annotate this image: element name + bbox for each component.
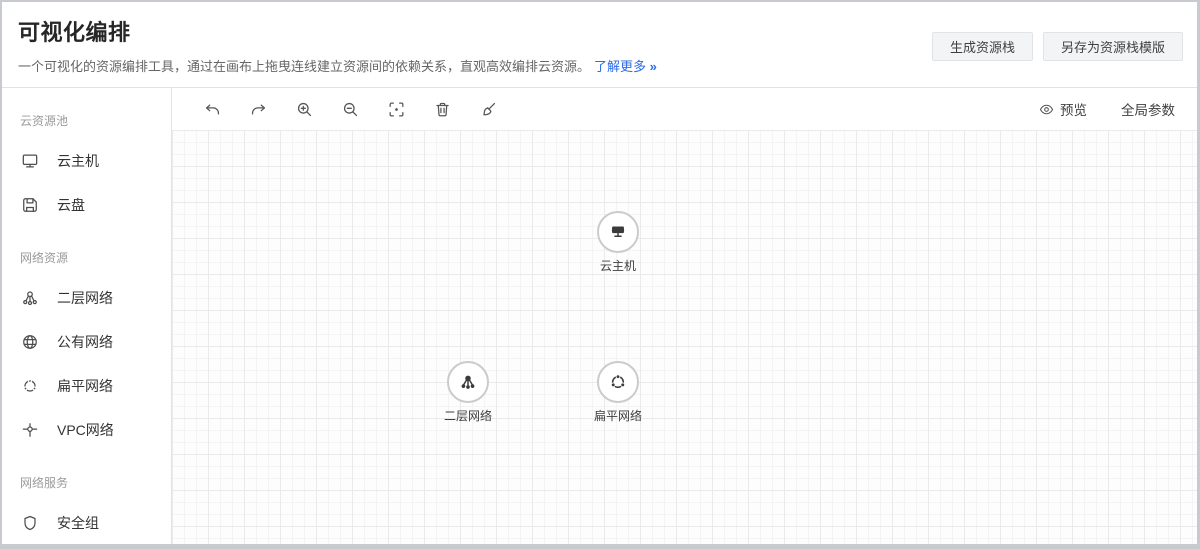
sidebar-section-network-services: 网络服务 安全组	[2, 460, 171, 544]
sidebar-item-vpc-network[interactable]: VPC网络	[2, 408, 171, 452]
cloud-disk-icon	[20, 195, 40, 215]
global-params-button[interactable]: 全局参数	[1121, 99, 1175, 119]
node-label: 云主机	[600, 257, 636, 274]
fit-view-icon	[387, 100, 406, 119]
zoom-in-button[interactable]	[288, 93, 320, 125]
redo-icon	[249, 100, 268, 119]
sidebar-item-label: 公有网络	[57, 332, 113, 352]
node-label: 扁平网络	[594, 407, 642, 424]
sidebar-section-title: 网络服务	[2, 460, 171, 501]
sidebar-item-label: 安全组	[57, 513, 99, 533]
zoom-out-icon	[341, 100, 360, 119]
learn-more-link[interactable]: 了解更多 »	[594, 59, 656, 74]
sidebar-section-title: 网络资源	[2, 235, 171, 276]
canvas-toolbar: 预览 全局参数	[172, 88, 1197, 130]
page-title: 可视化编排	[18, 15, 656, 47]
delete-button[interactable]	[426, 93, 458, 125]
resource-sidebar: 云资源池 云主机 云盘 网络资源 二层网络 公有网络	[2, 88, 172, 544]
public-network-icon	[20, 332, 40, 352]
header-actions: 生成资源栈 另存为资源栈模版	[932, 32, 1183, 61]
undo-icon	[203, 100, 222, 119]
sidebar-item-cloud-disk[interactable]: 云盘	[2, 183, 171, 227]
subtitle-text: 一个可视化的资源编排工具，通过在画布上拖曳连线建立资源间的依赖关系，直观高效编排…	[18, 59, 590, 74]
sidebar-item-l2-network[interactable]: 二层网络	[2, 276, 171, 320]
node-circle[interactable]	[597, 361, 639, 403]
save-as-template-button[interactable]: 另存为资源栈模版	[1043, 32, 1183, 61]
node-inner: 云主机	[597, 211, 639, 274]
toolbar-right: 预览 全局参数	[1038, 99, 1175, 119]
l2-network-node-icon	[457, 371, 479, 393]
flat-network-icon	[20, 376, 40, 396]
sidebar-item-cloud-host[interactable]: 云主机	[2, 139, 171, 183]
zoom-in-icon	[295, 100, 314, 119]
sidebar-item-label: 云主机	[57, 151, 99, 171]
cloud-host-node-icon	[607, 221, 629, 243]
node-circle[interactable]	[447, 361, 489, 403]
generate-stack-button[interactable]: 生成资源栈	[932, 32, 1033, 61]
l2-network-icon	[20, 288, 40, 308]
delete-icon	[433, 100, 452, 119]
sidebar-section-title: 云资源池	[2, 98, 171, 139]
node-label: 二层网络	[444, 407, 492, 424]
node-circle[interactable]	[597, 211, 639, 253]
toolbar-tools	[196, 93, 504, 125]
preview-button[interactable]: 预览	[1038, 99, 1087, 119]
sidebar-item-label: 二层网络	[57, 288, 113, 308]
cloud-host-icon	[20, 151, 40, 171]
double-chevron-icon: »	[650, 59, 656, 74]
fit-view-button[interactable]	[380, 93, 412, 125]
vpc-network-icon	[20, 420, 40, 440]
clear-canvas-button[interactable]	[472, 93, 504, 125]
eye-icon	[1038, 101, 1055, 118]
sidebar-item-label: VPC网络	[57, 420, 114, 440]
page-body: 云资源池 云主机 云盘 网络资源 二层网络 公有网络	[2, 88, 1197, 544]
header-text: 可视化编排 一个可视化的资源编排工具，通过在画布上拖曳连线建立资源间的依赖关系，…	[18, 15, 656, 75]
zoom-out-button[interactable]	[334, 93, 366, 125]
redo-button[interactable]	[242, 93, 274, 125]
undo-button[interactable]	[196, 93, 228, 125]
sidebar-item-label: 扁平网络	[57, 376, 113, 396]
sidebar-section-cloud-pool: 云资源池 云主机 云盘	[2, 98, 171, 227]
orchestration-canvas[interactable]: 云主机 二层网络 扁平网	[172, 130, 1197, 544]
visual-orchestration-page: 可视化编排 一个可视化的资源编排工具，通过在画布上拖曳连线建立资源间的依赖关系，…	[0, 0, 1200, 549]
node-inner: 二层网络	[444, 361, 492, 424]
sidebar-section-network-resources: 网络资源 二层网络 公有网络 扁平网络 VPC网络	[2, 235, 171, 452]
page-subtitle: 一个可视化的资源编排工具，通过在画布上拖曳连线建立资源间的依赖关系，直观高效编排…	[18, 56, 656, 75]
security-group-icon	[20, 513, 40, 533]
page-header: 可视化编排 一个可视化的资源编排工具，通过在画布上拖曳连线建立资源间的依赖关系，…	[2, 2, 1197, 88]
global-params-label: 全局参数	[1121, 99, 1175, 119]
flat-network-node-icon	[607, 371, 629, 393]
preview-label: 预览	[1060, 99, 1087, 119]
node-inner: 扁平网络	[594, 361, 642, 424]
sidebar-item-public-network[interactable]: 公有网络	[2, 320, 171, 364]
clear-icon	[479, 100, 498, 119]
sidebar-item-flat-network[interactable]: 扁平网络	[2, 364, 171, 408]
canvas-panel: 预览 全局参数 云主机	[172, 88, 1197, 544]
sidebar-item-label: 云盘	[57, 195, 85, 215]
sidebar-item-security-group[interactable]: 安全组	[2, 501, 171, 544]
